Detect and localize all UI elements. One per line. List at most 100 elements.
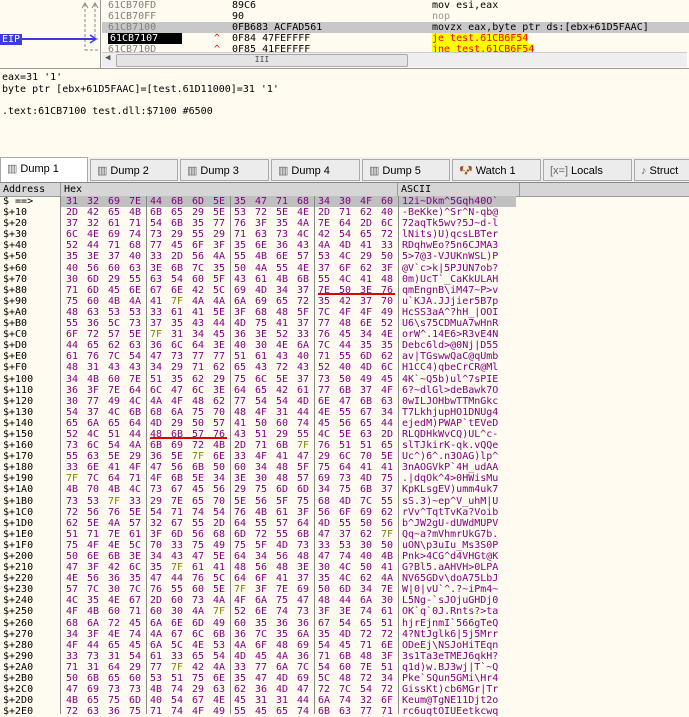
hex-byte[interactable]: 73 — [339, 473, 351, 484]
hex-byte[interactable]: 60 — [339, 662, 351, 673]
hex-byte[interactable]: 71 — [318, 651, 330, 662]
hex-byte[interactable]: 54 — [150, 507, 162, 518]
tab-dump-5[interactable]: ▥ Dump 5 — [362, 159, 450, 181]
hex-byte[interactable]: 69 — [297, 640, 309, 651]
hex-byte[interactable]: 4C — [339, 274, 351, 285]
hex-byte[interactable]: 77 — [192, 351, 204, 362]
hex-byte[interactable]: 4A — [150, 396, 162, 407]
hex-byte[interactable]: 4E — [108, 629, 120, 640]
hex-byte[interactable]: 35 — [87, 595, 99, 606]
hex-byte[interactable]: 62 — [381, 507, 393, 518]
hex-byte[interactable]: 6A — [87, 618, 99, 629]
hex-byte[interactable]: 57 — [276, 518, 288, 529]
hex-byte[interactable]: 36 — [108, 573, 120, 584]
hex-byte[interactable]: 40 — [381, 207, 393, 218]
hex-byte[interactable]: 61 — [66, 351, 78, 362]
dump-row[interactable]: $+50 35 3E 37 40 33 2D 56 4A 55 4B 6E 57 53 4C 29 50 5>7@… — [0, 251, 689, 262]
hex-byte[interactable]: 34 — [318, 484, 330, 495]
hex-byte[interactable]: 57 — [213, 418, 225, 429]
hex-byte[interactable]: 7C — [318, 340, 330, 351]
hex-byte[interactable]: 71 — [129, 218, 141, 229]
hex-byte[interactable]: 43 — [297, 362, 309, 373]
hex-byte[interactable]: 29 — [171, 362, 183, 373]
hex-byte[interactable]: 56 — [87, 263, 99, 274]
hex-byte[interactable]: 53 — [318, 251, 330, 262]
hex-byte[interactable]: 61 — [192, 562, 204, 573]
hex-byte[interactable]: 5E — [87, 518, 99, 529]
hex-byte[interactable]: 44 — [171, 573, 183, 584]
hex-byte[interactable]: 4F — [234, 595, 246, 606]
hex-byte[interactable]: 47 — [339, 396, 351, 407]
hex-byte[interactable]: 6C — [87, 440, 99, 451]
hex-byte[interactable]: 31 — [108, 651, 120, 662]
hex-byte[interactable]: 4D — [339, 240, 351, 251]
dump-row[interactable]: $+F0 48 31 43 43 34 29 71 62 65 43 72 43 52 40 4D 6C H1CC… — [0, 362, 689, 373]
hex-byte[interactable]: 6A — [255, 595, 267, 606]
hex-byte[interactable]: 76 — [87, 351, 99, 362]
hex-byte[interactable]: 61 — [171, 307, 183, 318]
hex-byte[interactable]: 41 — [381, 562, 393, 573]
hex-byte[interactable]: 53 — [150, 673, 162, 684]
hex-byte[interactable]: 62 — [360, 263, 372, 274]
dump-row[interactable]: $+170 55 63 5E 29 36 5E 7F 6E 33 4F 41 47 29 6C 70 5E Uc^… — [0, 451, 689, 462]
hex-byte[interactable]: 64 — [339, 218, 351, 229]
hex-byte[interactable]: 55 — [171, 584, 183, 595]
hex-byte[interactable]: 52 — [318, 362, 330, 373]
hex-byte[interactable]: 73 — [108, 684, 120, 695]
hex-byte[interactable]: 2D — [213, 518, 225, 529]
hex-byte[interactable]: 63 — [213, 684, 225, 695]
hex-byte[interactable]: 3F — [213, 240, 225, 251]
hex-byte[interactable]: 55 — [192, 518, 204, 529]
hex-byte[interactable]: 50 — [66, 673, 78, 684]
hex-byte[interactable]: 41 — [276, 573, 288, 584]
hex-byte[interactable]: 49 — [360, 374, 372, 385]
hex-byte[interactable]: 6B — [297, 529, 309, 540]
hex-byte[interactable]: 34 — [381, 407, 393, 418]
hex-byte[interactable]: 3F — [87, 562, 99, 573]
hex-byte[interactable]: 34 — [276, 285, 288, 296]
hex-byte[interactable]: 6B — [171, 473, 183, 484]
hex-byte[interactable]: 4B — [381, 551, 393, 562]
hex-byte[interactable]: 34 — [66, 629, 78, 640]
hex-byte[interactable]: 6A — [276, 662, 288, 673]
hex-byte[interactable]: 60 — [171, 595, 183, 606]
hex-byte[interactable]: 56 — [318, 507, 330, 518]
hex-byte[interactable]: 71 — [66, 662, 78, 673]
hex-byte[interactable]: 40 — [150, 695, 162, 706]
hex-byte[interactable]: 6E — [255, 606, 267, 617]
hex-byte[interactable]: 30 — [66, 274, 78, 285]
hex-byte[interactable]: 4D — [360, 362, 372, 373]
hex-byte[interactable]: 41 — [381, 462, 393, 473]
hex-byte[interactable]: 72 — [255, 207, 267, 218]
hex-byte[interactable]: 69 — [360, 507, 372, 518]
hex-byte[interactable]: 63 — [339, 706, 351, 717]
hex-byte[interactable]: 55 — [297, 429, 309, 440]
hex-byte[interactable]: 34 — [318, 196, 330, 207]
hex-byte[interactable]: 7F — [297, 440, 309, 451]
hex-byte[interactable]: 6A — [297, 629, 309, 640]
hex-byte[interactable]: 62 — [360, 207, 372, 218]
hex-byte[interactable]: 6D — [129, 695, 141, 706]
hex-byte[interactable]: 7E — [318, 218, 330, 229]
hex-byte[interactable]: 60 — [108, 606, 120, 617]
hex-byte[interactable]: 5C — [318, 673, 330, 684]
hex-byte[interactable]: 45 — [339, 640, 351, 651]
hex-byte[interactable]: 52 — [381, 318, 393, 329]
hex-byte[interactable]: 60 — [129, 673, 141, 684]
hex-byte[interactable]: 62 — [108, 340, 120, 351]
hex-byte[interactable]: 4F — [255, 451, 267, 462]
hex-byte[interactable]: 35 — [129, 573, 141, 584]
hex-byte[interactable]: 67 — [171, 518, 183, 529]
hex-byte[interactable]: 5E — [213, 207, 225, 218]
hex-byte[interactable]: 72 — [297, 296, 309, 307]
hex-byte[interactable]: 71 — [87, 529, 99, 540]
hex-byte[interactable]: 69 — [255, 296, 267, 307]
hex-byte[interactable]: 45 — [129, 618, 141, 629]
hex-byte[interactable]: 5C — [129, 540, 141, 551]
hex-byte[interactable]: 33 — [150, 251, 162, 262]
hex-byte[interactable]: 7C — [192, 263, 204, 274]
hex-byte[interactable]: 64 — [129, 418, 141, 429]
hex-byte[interactable]: 5C — [108, 318, 120, 329]
hex-byte[interactable]: 62 — [360, 573, 372, 584]
hex-byte[interactable]: 4B — [150, 684, 162, 695]
